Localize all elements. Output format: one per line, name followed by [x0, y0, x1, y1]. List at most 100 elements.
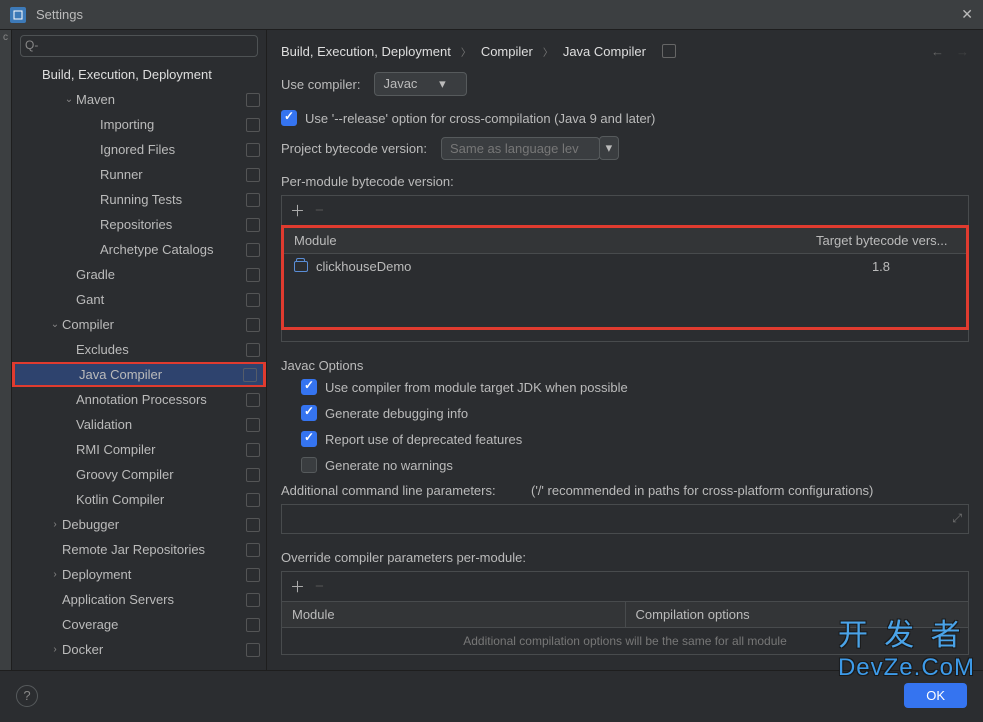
sidebar-item-coverage[interactable]: Coverage — [12, 612, 266, 637]
sidebar-item-rmi-compiler[interactable]: RMI Compiler — [12, 437, 266, 462]
table-row[interactable]: clickhouseDemo 1.8 — [284, 254, 966, 279]
use-compiler-select[interactable]: Javac ▾ — [374, 72, 466, 96]
sidebar-item-gradle[interactable]: Gradle — [12, 262, 266, 287]
open-settings-icon[interactable] — [246, 218, 260, 232]
tree-section-header[interactable]: Build, Execution, Deployment — [12, 62, 266, 87]
sidebar-item-validation[interactable]: Validation — [12, 412, 266, 437]
sidebar-item-java-compiler[interactable]: Java Compiler — [12, 362, 266, 387]
sidebar-item-ignored-files[interactable]: Ignored Files — [12, 137, 266, 162]
sidebar-item-archetype-catalogs[interactable]: Archetype Catalogs — [12, 237, 266, 262]
sidebar: Q- Build, Execution, Deployment⌄MavenImp… — [12, 30, 267, 670]
content-pane: Use compiler: Javac ▾ Use '--release' op… — [267, 72, 983, 670]
open-settings-icon[interactable] — [246, 118, 260, 132]
settings-tree: Build, Execution, Deployment⌄MavenImport… — [12, 62, 266, 670]
project-bytecode-label: Project bytecode version: — [281, 141, 427, 156]
dialog-footer: ? OK — [0, 670, 983, 720]
per-module-label: Per-module bytecode version: — [281, 174, 969, 189]
sidebar-item-compiler[interactable]: ⌄Compiler — [12, 312, 266, 337]
sidebar-item-docker[interactable]: ›Docker — [12, 637, 266, 662]
sidebar-item-running-tests[interactable]: Running Tests — [12, 187, 266, 212]
add-override-button[interactable]: ＋ — [290, 576, 305, 597]
per-module-toolbar: ＋ − — [281, 195, 969, 225]
override-toolbar: ＋ − — [281, 571, 969, 601]
nav-fwd-icon: → — [956, 44, 969, 59]
open-settings-icon[interactable] — [246, 293, 260, 307]
sidebar-item-annotation-processors[interactable]: Annotation Processors — [12, 387, 266, 412]
crumb-0[interactable]: Build, Execution, Deployment — [281, 44, 451, 59]
open-settings-icon[interactable] — [246, 518, 260, 532]
app-icon — [10, 7, 26, 23]
window-title: Settings — [36, 7, 961, 22]
debug-info-checkbox[interactable] — [301, 405, 317, 421]
close-icon[interactable]: ✕ — [961, 6, 973, 23]
remove-override-button: − — [315, 578, 324, 595]
target-jdk-checkbox[interactable] — [301, 379, 317, 395]
nav-back-icon[interactable]: ← — [931, 44, 944, 59]
chevron-icon: ⌄ — [48, 319, 62, 330]
title-bar: Settings ✕ — [0, 0, 983, 30]
sidebar-item-debugger[interactable]: ›Debugger — [12, 512, 266, 537]
col-module: Module — [284, 228, 806, 253]
override-params-label: Override compiler parameters per-module: — [281, 550, 969, 565]
sidebar-item-repositories[interactable]: Repositories — [12, 212, 266, 237]
target-version-cell: 1.8 — [806, 259, 956, 274]
addl-params-input[interactable]: ⤢ — [281, 504, 969, 534]
sidebar-item-excludes[interactable]: Excludes — [12, 337, 266, 362]
ok-button[interactable]: OK — [904, 683, 967, 708]
use-compiler-label: Use compiler: — [281, 77, 360, 92]
sidebar-item-remote-jar-repositories[interactable]: Remote Jar Repositories — [12, 537, 266, 562]
open-settings-icon[interactable] — [246, 443, 260, 457]
open-settings-icon[interactable] — [246, 343, 260, 357]
expand-icon[interactable]: ⤢ — [952, 511, 962, 526]
sidebar-item-deployment[interactable]: ›Deployment — [12, 562, 266, 587]
deprecated-checkbox[interactable] — [301, 431, 317, 447]
override-hint: Additional compilation options will be t… — [282, 628, 968, 654]
chevron-icon: › — [48, 569, 62, 580]
open-settings-icon[interactable] — [246, 193, 260, 207]
sidebar-item-application-servers[interactable]: Application Servers — [12, 587, 266, 612]
open-settings-icon[interactable] — [246, 618, 260, 632]
open-settings-icon[interactable] — [246, 243, 260, 257]
chevron-icon: › — [48, 644, 62, 655]
open-settings-icon[interactable] — [246, 643, 260, 657]
add-module-button[interactable]: ＋ — [290, 200, 305, 221]
breadcrumb: Build, Execution, Deployment〉 Compiler〉 … — [267, 30, 983, 72]
javac-options-label: Javac Options — [281, 358, 969, 373]
crumb-1[interactable]: Compiler — [481, 44, 533, 59]
project-bytecode-select[interactable]: Same as language lev — [441, 137, 600, 160]
project-bytecode-dropdown[interactable]: ▾ — [599, 136, 620, 160]
col2-module: Module — [282, 602, 625, 627]
open-settings-icon[interactable] — [246, 168, 260, 182]
sidebar-item-kotlin-compiler[interactable]: Kotlin Compiler — [12, 487, 266, 512]
release-option-checkbox[interactable] — [281, 110, 297, 126]
open-settings-icon[interactable] — [246, 268, 260, 282]
open-settings-icon[interactable] — [246, 468, 260, 482]
open-settings-icon[interactable] — [246, 493, 260, 507]
open-settings-icon[interactable] — [246, 418, 260, 432]
sidebar-item-groovy-compiler[interactable]: Groovy Compiler — [12, 462, 266, 487]
sidebar-item-runner[interactable]: Runner — [12, 162, 266, 187]
chevron-icon: ⌄ — [62, 94, 76, 105]
edge-tab: c — [0, 30, 12, 670]
sidebar-item-maven[interactable]: ⌄Maven — [12, 87, 266, 112]
open-in-new-icon[interactable] — [662, 44, 676, 58]
open-settings-icon[interactable] — [243, 368, 257, 382]
open-settings-icon[interactable] — [246, 93, 260, 107]
open-settings-icon[interactable] — [246, 568, 260, 582]
col-target: Target bytecode vers... — [806, 228, 966, 253]
crumb-2[interactable]: Java Compiler — [563, 44, 646, 59]
search-icon: Q- — [25, 38, 38, 52]
module-icon — [294, 261, 308, 272]
open-settings-icon[interactable] — [246, 543, 260, 557]
remove-module-button: − — [315, 202, 324, 219]
addl-params-hint: ('/' recommended in paths for cross-plat… — [531, 483, 873, 498]
open-settings-icon[interactable] — [246, 593, 260, 607]
no-warnings-checkbox[interactable] — [301, 457, 317, 473]
search-input[interactable] — [20, 35, 258, 57]
open-settings-icon[interactable] — [246, 318, 260, 332]
open-settings-icon[interactable] — [246, 143, 260, 157]
open-settings-icon[interactable] — [246, 393, 260, 407]
sidebar-item-importing[interactable]: Importing — [12, 112, 266, 137]
help-button[interactable]: ? — [16, 685, 38, 707]
sidebar-item-gant[interactable]: Gant — [12, 287, 266, 312]
